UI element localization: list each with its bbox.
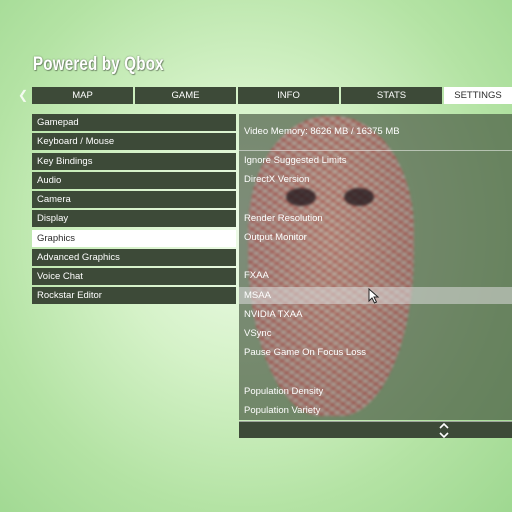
option-ignore-suggested-limits[interactable]: Ignore Suggested Limits	[239, 152, 512, 169]
option-population-density[interactable]: Population Density	[239, 383, 512, 400]
option-empty-row[interactable]	[239, 363, 512, 380]
chevron-left-icon[interactable]: ❮	[18, 88, 28, 102]
page-title: Powered by Qbox	[33, 54, 164, 75]
video-memory-readout: Video Memory: 8626 MB / 16375 MB	[244, 126, 400, 137]
sidebar-item-audio[interactable]: Audio	[32, 171, 236, 189]
tab-game[interactable]: GAME	[135, 87, 236, 104]
option-output-monitor[interactable]: Output Monitor	[239, 229, 512, 246]
sidebar-item-gamepad[interactable]: Gamepad	[32, 114, 236, 131]
option-population-variety[interactable]: Population Variety	[239, 402, 512, 419]
option-render-resolution[interactable]: Render Resolution	[239, 210, 512, 227]
sidebar-item-camera[interactable]: Camera	[32, 191, 236, 208]
sidebar-item-graphics[interactable]: Graphics	[32, 229, 236, 247]
sidebar-item-keyboard-mouse[interactable]: Keyboard / Mouse	[32, 133, 236, 151]
option-pause-game-on-focus-loss[interactable]: Pause Game On Focus Loss	[239, 344, 512, 361]
tab-stats[interactable]: STATS	[341, 87, 442, 104]
option-fxaa[interactable]: FXAA	[239, 267, 512, 284]
option-empty-row[interactable]	[239, 248, 512, 265]
panel-footer	[239, 421, 512, 439]
settings-sidebar: Gamepad Keyboard / Mouse Key Bindings Au…	[32, 114, 236, 307]
tab-map[interactable]: MAP	[32, 87, 133, 104]
option-directx-version[interactable]: DirectX Version	[239, 171, 512, 188]
up-down-arrows-icon[interactable]	[438, 422, 450, 439]
video-memory-header: Video Memory: 8626 MB / 16375 MB	[239, 114, 512, 151]
sidebar-item-display[interactable]: Display	[32, 210, 236, 228]
mouse-cursor-icon	[368, 287, 380, 304]
sidebar-item-voice-chat[interactable]: Voice Chat	[32, 268, 236, 285]
tab-settings[interactable]: SETTINGS	[444, 87, 512, 104]
option-empty-row[interactable]	[239, 190, 512, 207]
tab-info[interactable]: INFO	[238, 87, 339, 104]
sidebar-item-advanced-graphics[interactable]: Advanced Graphics	[32, 248, 236, 266]
option-vsync[interactable]: VSync	[239, 325, 512, 342]
sidebar-item-key-bindings[interactable]: Key Bindings	[32, 152, 236, 170]
sidebar-item-rockstar-editor[interactable]: Rockstar Editor	[32, 287, 236, 305]
option-nvidia-txaa[interactable]: NVIDIA TXAA	[239, 306, 512, 323]
